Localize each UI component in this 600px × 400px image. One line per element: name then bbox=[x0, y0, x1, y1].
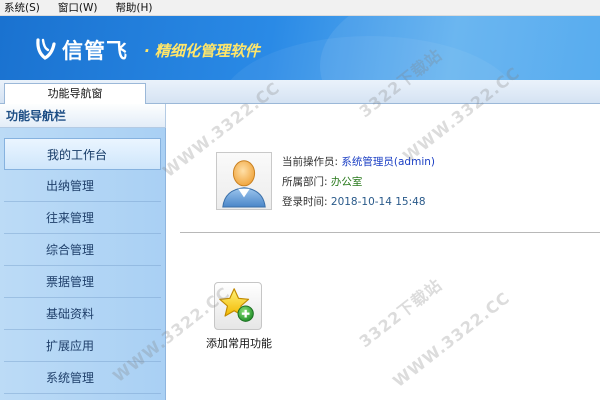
divider bbox=[180, 232, 600, 233]
operator-value: 系统管理员(admin) bbox=[341, 156, 435, 168]
sidebar-item-cashier[interactable]: 出纳管理 bbox=[4, 170, 161, 202]
sidebar-item-bills[interactable]: 票据管理 bbox=[4, 266, 161, 298]
tab-strip: 功能导航窗 bbox=[0, 80, 600, 105]
sidebar-item-accounts[interactable]: 往来管理 bbox=[4, 202, 161, 234]
logo-icon bbox=[36, 38, 56, 60]
login-time-value: 2018-10-14 15:48 bbox=[330, 196, 426, 208]
tab-function-nav[interactable]: 功能导航窗 bbox=[4, 83, 146, 105]
sidebar-item-basic-data[interactable]: 基础资料 bbox=[4, 298, 161, 330]
add-shortcut-label: 添加常用功能 bbox=[206, 337, 272, 350]
add-shortcut-button[interactable] bbox=[214, 282, 262, 330]
operator-row: 当前操作员: 系统管理员(admin) bbox=[282, 152, 435, 172]
department-value: 办公室 bbox=[330, 176, 363, 188]
menu-window[interactable]: 窗口(W) bbox=[58, 0, 98, 15]
department-label: 所属部门: bbox=[282, 176, 328, 188]
sidebar-item-system-admin[interactable]: 系统管理 bbox=[4, 362, 161, 394]
star-add-icon bbox=[219, 288, 254, 322]
login-time-label: 登录时间: bbox=[282, 196, 328, 208]
menu-bar: 系统(S) 窗口(W) 帮助(H) bbox=[0, 0, 600, 16]
brand-name: 信管飞 bbox=[62, 39, 128, 63]
menu-system[interactable]: 系统(S) bbox=[4, 0, 40, 15]
login-time-row: 登录时间: 2018-10-14 15:48 bbox=[282, 192, 435, 212]
app-banner: 信管飞 · 精细化管理软件 bbox=[0, 16, 600, 80]
sidebar-item-general[interactable]: 综合管理 bbox=[4, 234, 161, 266]
main-panel: 当前操作员: 系统管理员(admin) 所属部门: 办公室 登录时间: 2018… bbox=[166, 104, 600, 400]
user-info: 当前操作员: 系统管理员(admin) 所属部门: 办公室 登录时间: 2018… bbox=[282, 152, 435, 212]
department-row: 所属部门: 办公室 bbox=[282, 172, 435, 192]
brand-slogan: · 精细化管理软件 bbox=[144, 42, 260, 60]
sidebar-item-workbench[interactable]: 我的工作台 bbox=[4, 138, 161, 170]
operator-label: 当前操作员: bbox=[282, 156, 339, 168]
sidebar-item-extensions[interactable]: 扩展应用 bbox=[4, 330, 161, 362]
sidebar-title: 功能导航栏 bbox=[0, 104, 166, 128]
user-icon bbox=[222, 160, 266, 208]
sidebar: 我的工作台 出纳管理 往来管理 综合管理 票据管理 基础资料 扩展应用 系统管理 bbox=[0, 128, 166, 400]
menu-help[interactable]: 帮助(H) bbox=[115, 0, 152, 15]
avatar bbox=[216, 152, 272, 210]
